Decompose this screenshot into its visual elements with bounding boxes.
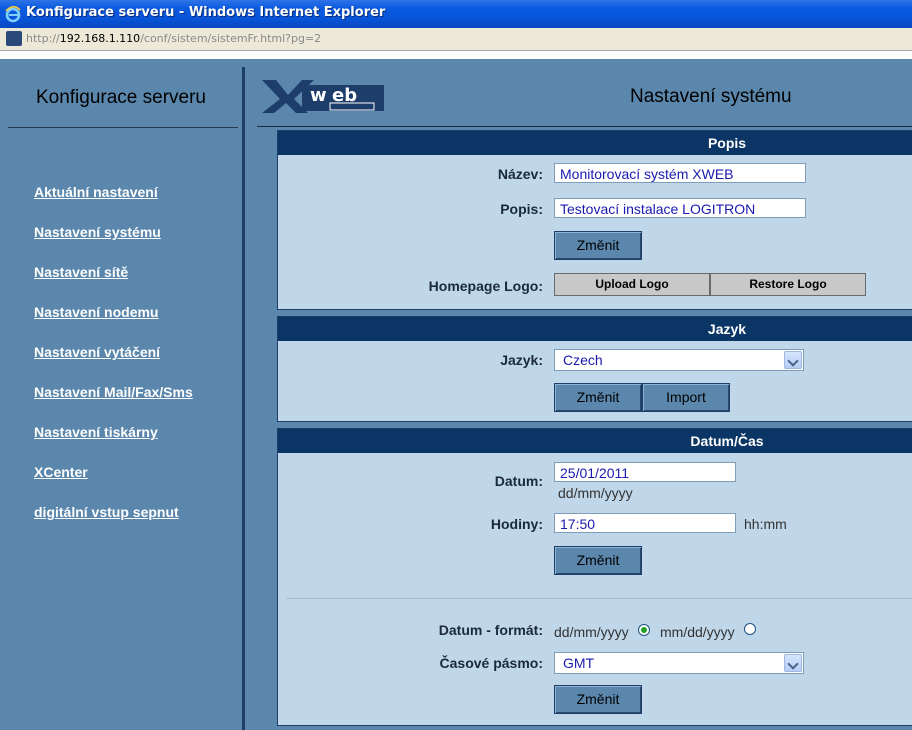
svg-text:w: w [310,85,327,106]
time-input[interactable]: 17:50 [554,513,736,533]
desc-input[interactable]: Testovací instalace LOGITRON [554,198,806,218]
xweb-logo: w eb [262,80,384,113]
frame-top-border [0,51,912,59]
format-dmy-radio[interactable] [638,624,650,636]
main-panel: w eb Nastavení systému Popis Název: Moni… [245,59,912,730]
sidebar-title: Konfigurace serveru [35,87,207,108]
section-jazyk-header: Jazyk [278,317,912,341]
section-popis-header: Popis [278,131,912,155]
sidebar: Konfigurace serveru Aktuální nastavení N… [0,59,242,730]
time-label: Hodiny: [490,516,543,532]
address-bar[interactable]: http://192.168.1.110/conf/sistem/sistemF… [0,28,912,51]
section-datetime: Datum/Čas Datum: 25/01/2011 dd/mm/yyyy H… [277,428,912,726]
name-label: Název: [497,166,543,182]
window-title: Konfigurace serveru - Windows Internet E… [26,5,386,20]
sidebar-item-xcenter[interactable]: XCenter [34,464,88,480]
sidebar-item-digitalni-vstup[interactable]: digitální vstup sepnut [34,504,179,520]
sidebar-item-nastaveni-mail-fax-sms[interactable]: Nastavení Mail/Fax/Sms [34,384,193,400]
timezone-select[interactable]: GMT [554,652,804,674]
timezone-change-button[interactable]: Změnit [554,685,642,714]
url-scheme: http:// [26,32,60,45]
section-popis: Popis Název: Monitorovací systém XWEB Po… [277,130,912,310]
window-title-bar: Konfigurace serveru - Windows Internet E… [0,0,912,28]
language-select-value: Czech [563,352,603,368]
restore-logo-button[interactable]: Restore Logo [710,273,866,296]
format-mdy-radio[interactable] [744,623,756,635]
name-input[interactable]: Monitorovací systém XWEB [554,163,806,183]
language-change-button[interactable]: Změnit [554,383,642,412]
datetime-divider [286,598,912,599]
section-datetime-header: Datum/Čas [278,429,912,453]
site-favicon-icon [6,31,22,46]
date-format-hint: dd/mm/yyyy [558,485,633,501]
time-format-hint: hh:mm [744,516,787,532]
date-label: Datum: [494,473,543,489]
sidebar-item-nastaveni-vytaceni[interactable]: Nastavení vytáčení [34,344,160,360]
format-option-mdy-label: mm/dd/yyyy [660,624,735,640]
sidebar-divider [8,127,238,128]
chevron-down-icon[interactable] [784,351,802,369]
date-input[interactable]: 25/01/2011 [554,462,736,482]
format-option-dmy-label: dd/mm/yyyy [554,624,629,640]
upload-logo-button[interactable]: Upload Logo [554,273,710,296]
sidebar-item-nastaveni-systemu[interactable]: Nastavení systému [34,224,161,240]
homepage-logo-label: Homepage Logo: [428,278,543,294]
url-path: /conf/sistem/sistemFr.html?pg=2 [140,32,322,45]
chevron-down-icon[interactable] [784,654,802,672]
language-import-button[interactable]: Import [642,383,730,412]
header-divider [257,126,912,127]
language-label: Jazyk: [500,352,543,368]
timezone-select-value: GMT [563,655,595,671]
sidebar-item-aktualni-nastaveni[interactable]: Aktuální nastavení [34,184,158,200]
sidebar-item-nastaveni-nodemu[interactable]: Nastavení nodemu [34,304,158,320]
popis-change-button[interactable]: Změnit [554,231,642,260]
desc-label: Popis: [500,201,543,217]
date-format-label: Datum - formát: [438,622,543,638]
internet-explorer-icon [5,5,21,23]
sidebar-item-nastaveni-site[interactable]: Nastavení sítě [34,264,128,280]
datetime-change-button[interactable]: Změnit [554,546,642,575]
address-url[interactable]: http://192.168.1.110/conf/sistem/sistemF… [26,32,321,45]
language-select[interactable]: Czech [554,349,804,371]
section-jazyk: Jazyk Jazyk: Czech Změnit Import [277,316,912,422]
timezone-label: Časové pásmo: [439,655,543,671]
url-host: 192.168.1.110 [59,32,141,45]
page-title: Nastavení systému [630,86,792,107]
sidebar-item-nastaveni-tiskarny[interactable]: Nastavení tiskárny [34,424,158,440]
